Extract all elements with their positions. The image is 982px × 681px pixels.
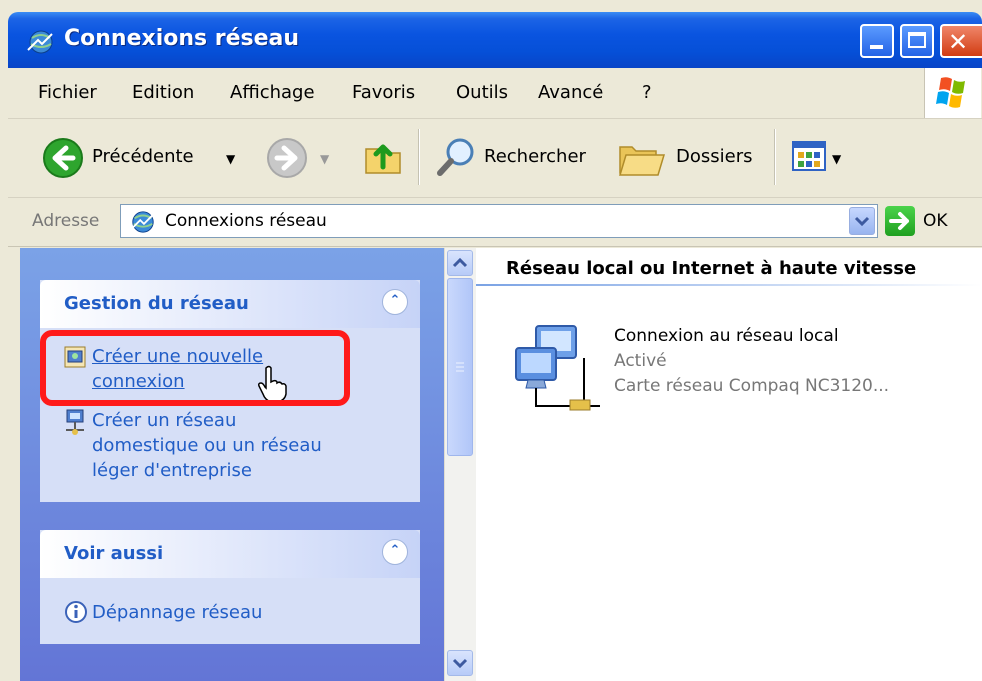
address-input[interactable]: Connexions réseau [120,204,878,238]
connection-device: Carte réseau Compaq NC3120... [614,376,890,396]
menu-help[interactable]: ? [642,82,652,103]
go-button[interactable] [885,206,915,236]
maximize-button[interactable] [900,24,934,58]
group-header: Réseau local ou Internet à haute vitesse [506,258,917,279]
connection-name: Connexion au réseau local [614,326,839,346]
views-icon [792,141,826,171]
views-button[interactable]: ▼ [788,131,852,183]
panel-header[interactable]: Voir aussi ⌃ [40,530,420,578]
grip-icon [456,362,464,372]
create-home-network-link[interactable]: Créer un réseau [92,408,236,433]
back-label: Précédente [92,146,194,167]
home-network-icon [66,409,84,435]
menu-fichier[interactable]: Fichier [38,82,97,103]
folders-icon [618,146,666,176]
back-arrow-icon [43,138,83,178]
vertical-scrollbar[interactable] [444,248,477,681]
minimize-button[interactable] [860,24,894,58]
menu-favoris[interactable]: Favoris [352,82,415,103]
windows-logo [924,68,981,118]
back-button[interactable]: Précédente ▼ [34,131,260,183]
scroll-down-button[interactable] [447,650,473,676]
menu-bar: Fichier Edition Affichage Favoris Outils… [8,68,982,119]
group-divider [476,284,982,286]
forward-button[interactable]: ▼ [262,131,346,183]
search-button[interactable]: Rechercher [430,131,602,183]
toolbar: Précédente ▼ ▼ Rechercher Dossiers ▼ [8,119,982,198]
address-value: Connexions réseau [165,211,327,231]
menu-affichage[interactable]: Affichage [230,82,315,103]
connection-status: Activé [614,351,667,371]
chevron-down-icon [854,216,870,227]
menu-outils[interactable]: Outils [456,82,508,103]
chevron-up-icon [452,257,468,268]
info-icon [65,601,87,623]
scroll-up-button[interactable] [447,250,473,276]
window-title: Connexions réseau [64,26,300,51]
network-connections-icon [27,30,53,54]
back-dropdown-icon[interactable]: ▼ [226,152,235,166]
explorer-window: Connexions réseau ✕ Fichier Edition Affi… [0,0,982,681]
see-also-panel: Voir aussi ⌃ Dépannage réseau [40,530,420,644]
folders-label: Dossiers [676,146,753,167]
create-home-network-link-line2[interactable]: domestique ou un réseau [92,433,322,458]
title-bar[interactable]: Connexions réseau ✕ [8,12,982,68]
windows-flag-icon [936,77,965,108]
address-dropdown-button[interactable] [849,207,875,235]
panel-title: Gestion du réseau [64,293,249,314]
collapse-chevron-icon[interactable]: ⌃ [382,539,408,565]
lan-connection-item[interactable]: Connexion au réseau local Activé Carte r… [496,318,966,418]
up-folder-icon[interactable] [360,133,406,179]
menu-avance[interactable]: Avancé [538,82,603,103]
views-dropdown-icon[interactable]: ▼ [832,152,841,166]
scroll-thumb[interactable] [447,278,473,456]
close-button[interactable]: ✕ [940,24,982,58]
toolbar-separator [418,129,420,185]
panel-title: Voir aussi [64,543,164,564]
troubleshoot-link[interactable]: Dépannage réseau [92,600,262,625]
go-arrow-icon [889,212,909,230]
go-label[interactable]: OK [923,211,948,231]
address-bar: Adresse Connexions réseau OK [8,198,982,247]
search-icon [437,138,474,176]
toolbar-separator [774,129,776,185]
search-label: Rechercher [484,146,586,167]
task-pane: Gestion du réseau ⌃ Créer une nouvelle c… [20,248,444,681]
lan-connection-icon [515,325,600,411]
network-connections-icon [130,211,154,233]
create-home-network-link-line3[interactable]: léger d'entreprise [92,458,252,483]
collapse-chevron-icon[interactable]: ⌃ [382,289,408,315]
content-pane: Réseau local ou Internet à haute vitesse… [476,248,982,681]
panel-header[interactable]: Gestion du réseau ⌃ [40,280,420,328]
folders-button[interactable]: Dossiers [614,131,764,183]
chevron-down-icon [452,658,468,669]
forward-dropdown-icon[interactable]: ▼ [320,152,329,166]
menu-edition[interactable]: Edition [132,82,194,103]
forward-arrow-icon [267,138,307,178]
highlight-box [40,330,350,406]
address-label: Adresse [32,211,100,231]
network-tasks-panel: Gestion du réseau ⌃ Créer une nouvelle c… [40,280,420,502]
